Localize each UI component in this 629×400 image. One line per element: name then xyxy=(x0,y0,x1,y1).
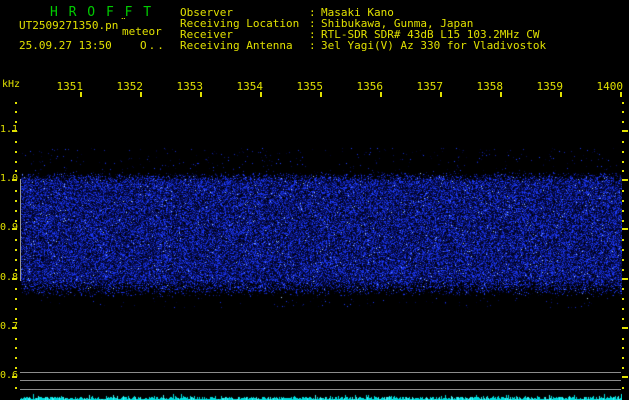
axis-tick xyxy=(15,357,17,359)
axis-tick xyxy=(260,92,262,97)
axis-tick xyxy=(622,130,628,132)
axis-tick xyxy=(15,249,17,251)
axis-tick xyxy=(15,318,17,320)
reference-line xyxy=(20,372,621,373)
axis-tick xyxy=(622,239,624,241)
x-tick-label: 1352 xyxy=(116,80,144,93)
axis-tick xyxy=(622,288,624,290)
axis-tick xyxy=(200,92,202,97)
axis-tick xyxy=(15,200,17,202)
axis-tick xyxy=(15,338,17,340)
axis-tick xyxy=(500,92,502,97)
x-tick-label: 1400 xyxy=(596,80,624,93)
header-colon: : xyxy=(309,39,316,52)
axis-tick xyxy=(560,92,562,97)
axis-tick xyxy=(15,190,17,192)
reference-line xyxy=(20,380,621,381)
header-label: Receiving Antenna xyxy=(180,39,293,52)
spectrogram-noise-canvas xyxy=(20,140,622,310)
axis-tick xyxy=(622,269,624,271)
axis-tick xyxy=(15,367,17,369)
axis-tick xyxy=(15,288,17,290)
axis-tick xyxy=(622,179,628,181)
x-tick-label: 1355 xyxy=(296,80,324,93)
axis-tick xyxy=(622,161,624,163)
axis-tick xyxy=(620,92,622,97)
axis-tick xyxy=(320,92,322,97)
axis-tick xyxy=(15,121,17,123)
axis-tick xyxy=(622,141,624,143)
x-tick-label: 1353 xyxy=(176,80,204,93)
axis-tick xyxy=(15,298,17,300)
y-axis-unit-label: kHz xyxy=(2,79,21,90)
x-tick-label: 1351 xyxy=(56,80,84,93)
axis-tick xyxy=(380,92,382,97)
axis-tick xyxy=(622,308,624,310)
axis-tick xyxy=(622,376,628,378)
axis-tick xyxy=(15,347,17,349)
axis-tick xyxy=(622,111,624,113)
axis-tick xyxy=(12,327,17,329)
signal-strength-strip-canvas xyxy=(20,390,622,400)
x-tick-label: 1357 xyxy=(416,80,444,93)
axis-tick xyxy=(140,92,142,97)
axis-tick xyxy=(15,259,17,261)
axis-tick xyxy=(622,259,624,261)
axis-tick xyxy=(12,130,17,132)
header-value: 3el Yagi(V) Az 330 for Vladivostok xyxy=(321,39,547,52)
axis-tick xyxy=(622,170,624,172)
noise-band-left-edge-line xyxy=(20,179,21,281)
axis-tick xyxy=(622,338,624,340)
axis-tick xyxy=(622,387,624,389)
axis-tick xyxy=(622,298,624,300)
x-tick-label: 1358 xyxy=(476,80,504,93)
axis-tick xyxy=(622,357,624,359)
axis-tick xyxy=(15,170,17,172)
axis-tick xyxy=(622,220,624,222)
axis-tick xyxy=(12,376,17,378)
axis-tick xyxy=(622,367,624,369)
axis-tick xyxy=(622,151,624,153)
axis-tick xyxy=(15,102,17,104)
axis-tick xyxy=(15,210,17,212)
axis-tick xyxy=(622,347,624,349)
hrofft-window: H R O F F T UT2509271350.pn ¨ meteor 25.… xyxy=(0,0,629,400)
axis-tick xyxy=(622,327,628,329)
app-title: H R O F F T xyxy=(50,5,153,20)
axis-tick xyxy=(15,387,17,389)
status-indicator: O.. xyxy=(140,39,166,52)
x-tick-label: 1356 xyxy=(356,80,384,93)
axis-tick xyxy=(440,92,442,97)
axis-tick xyxy=(12,179,17,181)
mode-label: meteor xyxy=(122,25,162,38)
x-tick-label: 1359 xyxy=(536,80,564,93)
axis-tick xyxy=(80,92,82,97)
axis-tick xyxy=(15,111,17,113)
axis-tick xyxy=(622,121,624,123)
header-row-antenna: Receiving Antenna : 3el Yagi(V) Az 330 f… xyxy=(180,40,629,51)
datetime-label: 25.09.27 13:50 xyxy=(19,39,112,52)
axis-tick xyxy=(622,318,624,320)
axis-tick xyxy=(622,102,624,104)
axis-tick xyxy=(622,200,624,202)
axis-tick xyxy=(15,141,17,143)
axis-tick xyxy=(622,249,624,251)
axis-tick xyxy=(15,220,17,222)
axis-tick xyxy=(15,151,17,153)
axis-tick xyxy=(622,210,624,212)
axis-tick xyxy=(622,228,628,230)
axis-tick xyxy=(622,278,628,280)
axis-tick xyxy=(622,190,624,192)
axis-tick xyxy=(15,161,17,163)
axis-tick xyxy=(15,269,17,271)
filename: UT2509271350.pn xyxy=(19,19,119,32)
axis-tick xyxy=(12,228,17,230)
x-tick-label: 1354 xyxy=(236,80,264,93)
axis-tick xyxy=(12,278,17,280)
axis-tick xyxy=(15,308,17,310)
axis-tick xyxy=(15,239,17,241)
